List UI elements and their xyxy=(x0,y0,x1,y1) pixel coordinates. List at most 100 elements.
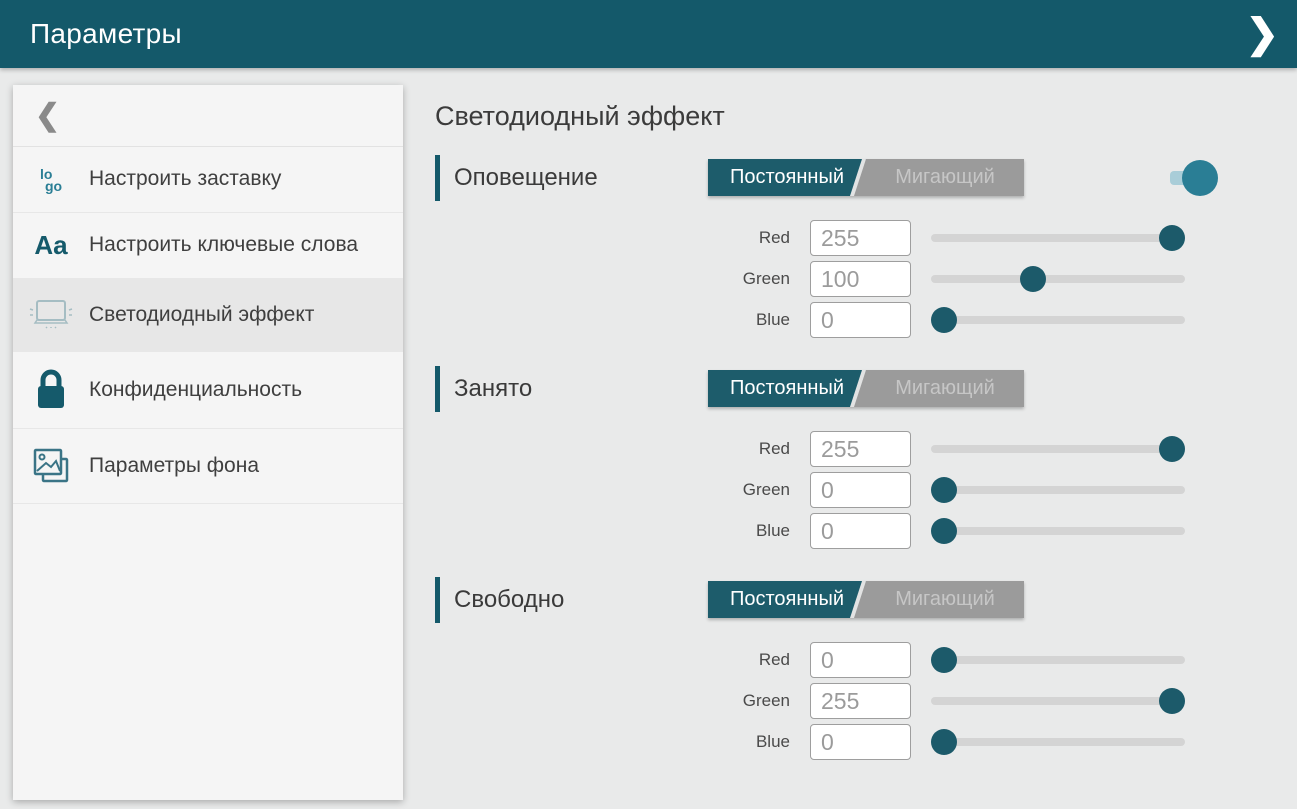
channel-value-input[interactable]: 0 xyxy=(810,724,911,760)
section-title-label: Оповещение xyxy=(454,164,598,192)
logo-icon: logo xyxy=(40,168,62,192)
mode-option-blinking[interactable]: Мигающий xyxy=(866,159,1024,196)
channel-label: Red xyxy=(700,439,790,459)
section-header: Свободно ПостоянныйМигающий xyxy=(435,576,1297,623)
channel-value-input[interactable]: 255 xyxy=(810,431,911,467)
section-title: Занято xyxy=(435,366,708,412)
app-window: Параметры ❯ ❮ logo Настроить заставку AaНа… xyxy=(0,0,1297,809)
content-title: Светодиодный эффект xyxy=(435,101,1297,132)
rgb-controls: Red 255 Green 100 Blue 0 xyxy=(700,220,1297,338)
section-enable-toggle[interactable] xyxy=(1170,158,1218,198)
sidebar-item-lock[interactable]: Конфиденциальность xyxy=(13,352,403,429)
sidebar-item-icon xyxy=(13,445,89,487)
sidebar-item-label: Настроить ключевые слова xyxy=(89,232,358,258)
rgb-row: Green 0 xyxy=(700,472,1297,508)
slider-track xyxy=(931,697,1185,705)
channel-slider[interactable] xyxy=(931,307,1185,333)
sidebar-back-button[interactable]: ❮ xyxy=(13,85,403,147)
section-title-label: Занято xyxy=(454,375,532,403)
channel-slider[interactable] xyxy=(931,647,1185,673)
channel-value-input[interactable]: 255 xyxy=(810,220,911,256)
section-header: Занято ПостоянныйМигающий xyxy=(435,365,1297,412)
channel-value-input[interactable]: 0 xyxy=(810,302,911,338)
monitor-icon xyxy=(26,295,76,335)
rgb-row: Red 255 xyxy=(700,431,1297,467)
mode-segmented-control: ПостоянныйМигающий xyxy=(708,370,1024,407)
sidebar-item-aa[interactable]: AaНастроить ключевые слова xyxy=(13,213,403,279)
rgb-row: Green 255 xyxy=(700,683,1297,719)
mode-option-constant[interactable]: Постоянный xyxy=(708,581,866,618)
sidebar-item-icon: Aa xyxy=(13,230,89,261)
channel-slider[interactable] xyxy=(931,688,1185,714)
slider-thumb[interactable] xyxy=(931,647,957,673)
slider-thumb[interactable] xyxy=(931,518,957,544)
background-images-icon xyxy=(29,445,73,487)
channel-value-input[interactable]: 0 xyxy=(810,642,911,678)
mode-option-blinking[interactable]: Мигающий xyxy=(866,370,1024,407)
page-title: Параметры xyxy=(30,18,182,50)
slider-thumb[interactable] xyxy=(931,307,957,333)
toggle-knob xyxy=(1182,160,1218,196)
sidebar-item-label: Настроить заставку xyxy=(89,166,281,192)
mode-option-blinking[interactable]: Мигающий xyxy=(866,581,1024,618)
mode-segmented-control: ПостоянныйМигающий xyxy=(708,581,1024,618)
rgb-controls: Red 255 Green 0 Blue 0 xyxy=(700,431,1297,549)
mode-segmented-control: ПостоянныйМигающий xyxy=(708,159,1024,196)
slider-thumb[interactable] xyxy=(931,477,957,503)
back-chevron-icon: ❮ xyxy=(35,101,60,131)
channel-value-input[interactable]: 255 xyxy=(810,683,911,719)
sidebar-item-icon: logo xyxy=(13,168,89,192)
section-header: Оповещение ПостоянныйМигающий xyxy=(435,154,1297,201)
channel-label: Blue xyxy=(700,732,790,752)
led-section: Свободно ПостоянныйМигающий Red 0 Green 255 Bl… xyxy=(435,576,1297,760)
channel-value-input[interactable]: 0 xyxy=(810,513,911,549)
rgb-row: Blue 0 xyxy=(700,724,1297,760)
section-title: Свободно xyxy=(435,577,708,623)
led-section: Оповещение ПостоянныйМигающий Red 255 Green 1… xyxy=(435,154,1297,338)
channel-label: Green xyxy=(700,691,790,711)
slider-thumb[interactable] xyxy=(1159,436,1185,462)
slider-thumb[interactable] xyxy=(1020,266,1046,292)
sidebar-item-label: Конфиденциальность xyxy=(89,377,302,403)
channel-label: Green xyxy=(700,269,790,289)
rgb-row: Green 100 xyxy=(700,261,1297,297)
mode-option-constant[interactable]: Постоянный xyxy=(708,159,866,196)
slider-thumb[interactable] xyxy=(931,729,957,755)
sidebar-item-logo[interactable]: logo Настроить заставку xyxy=(13,147,403,213)
sidebar-menu: logo Настроить заставку AaНастроить ключев… xyxy=(13,147,403,504)
sidebar-item-icon xyxy=(13,295,89,335)
channel-label: Red xyxy=(700,650,790,670)
channel-label: Green xyxy=(700,480,790,500)
sidebar-item-monitor[interactable]: Светодиодный эффект xyxy=(13,279,403,352)
channel-slider[interactable] xyxy=(931,266,1185,292)
sidebar-item-icon xyxy=(13,368,89,412)
channel-slider[interactable] xyxy=(931,225,1185,251)
channel-slider[interactable] xyxy=(931,436,1185,462)
slider-track xyxy=(931,656,1185,664)
sidebar: ❮ logo Настроить заставку AaНастроить ключ… xyxy=(13,85,403,800)
rgb-row: Red 0 xyxy=(700,642,1297,678)
channel-label: Blue xyxy=(700,310,790,330)
rgb-row: Blue 0 xyxy=(700,513,1297,549)
sidebar-item-images[interactable]: Параметры фона xyxy=(13,429,403,504)
mode-option-constant[interactable]: Постоянный xyxy=(708,370,866,407)
slider-track xyxy=(931,738,1185,746)
section-accent-bar xyxy=(435,366,440,412)
channel-value-input[interactable]: 100 xyxy=(810,261,911,297)
channel-label: Blue xyxy=(700,521,790,541)
channel-slider[interactable] xyxy=(931,518,1185,544)
section-accent-bar xyxy=(435,155,440,201)
lock-icon xyxy=(31,368,71,412)
channel-label: Red xyxy=(700,228,790,248)
section-title-label: Свободно xyxy=(454,586,564,614)
slider-thumb[interactable] xyxy=(1159,688,1185,714)
channel-value-input[interactable]: 0 xyxy=(810,472,911,508)
forward-chevron-icon[interactable]: ❯ xyxy=(1245,14,1279,54)
app-header: Параметры ❯ xyxy=(0,0,1297,68)
slider-thumb[interactable] xyxy=(1159,225,1185,251)
rgb-controls: Red 0 Green 255 Blue 0 xyxy=(700,642,1297,760)
channel-slider[interactable] xyxy=(931,477,1185,503)
slider-track xyxy=(931,234,1185,242)
channel-slider[interactable] xyxy=(931,729,1185,755)
sidebar-item-label: Параметры фона xyxy=(89,453,259,479)
